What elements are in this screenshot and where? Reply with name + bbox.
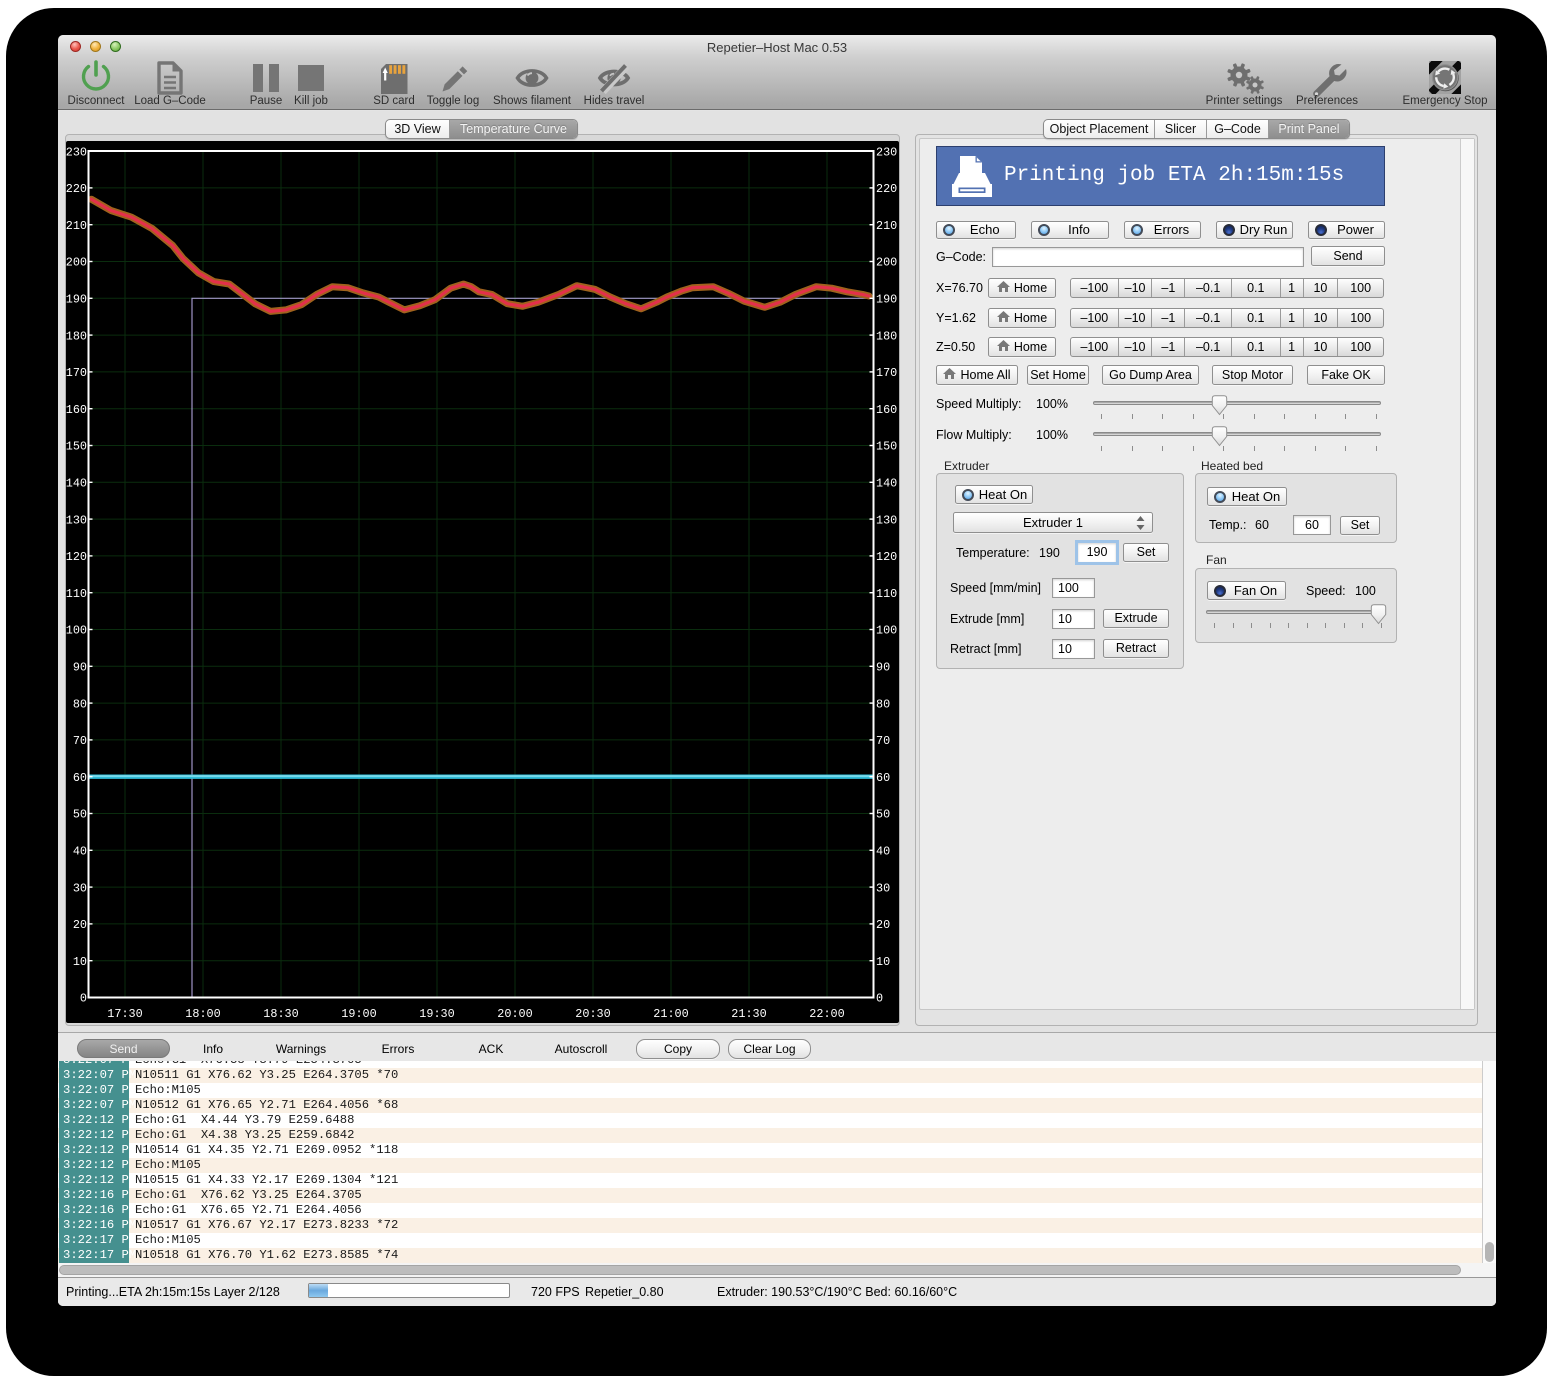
svg-text:230: 230 — [66, 145, 87, 159]
svg-text:130: 130 — [876, 513, 897, 527]
svg-text:20:30: 20:30 — [575, 1007, 610, 1021]
svg-text:110: 110 — [876, 587, 897, 601]
svg-text:160: 160 — [876, 403, 897, 417]
svg-text:140: 140 — [66, 477, 87, 491]
svg-text:30: 30 — [73, 881, 87, 895]
svg-text:0: 0 — [876, 992, 883, 1006]
svg-text:40: 40 — [876, 845, 890, 859]
svg-text:200: 200 — [66, 256, 87, 270]
svg-text:19:00: 19:00 — [341, 1007, 376, 1021]
svg-text:22:00: 22:00 — [809, 1007, 844, 1021]
svg-text:60: 60 — [876, 771, 890, 785]
svg-text:20:00: 20:00 — [497, 1007, 532, 1021]
svg-text:90: 90 — [73, 661, 87, 675]
svg-text:110: 110 — [66, 587, 87, 601]
svg-text:160: 160 — [66, 403, 87, 417]
svg-text:170: 170 — [66, 366, 87, 380]
svg-text:20: 20 — [876, 918, 890, 932]
svg-text:150: 150 — [876, 440, 897, 454]
svg-text:18:30: 18:30 — [263, 1007, 298, 1021]
svg-text:80: 80 — [876, 697, 890, 711]
svg-text:130: 130 — [66, 513, 87, 527]
svg-text:180: 180 — [66, 329, 87, 343]
svg-text:190: 190 — [66, 293, 87, 307]
svg-text:40: 40 — [73, 845, 87, 859]
svg-text:50: 50 — [73, 808, 87, 822]
svg-text:30: 30 — [876, 881, 890, 895]
svg-text:220: 220 — [66, 182, 87, 196]
svg-text:0: 0 — [80, 992, 87, 1006]
svg-text:19:30: 19:30 — [419, 1007, 454, 1021]
svg-text:18:00: 18:00 — [185, 1007, 220, 1021]
svg-text:70: 70 — [73, 734, 87, 748]
svg-text:120: 120 — [66, 550, 87, 564]
svg-text:120: 120 — [876, 550, 897, 564]
svg-text:21:30: 21:30 — [731, 1007, 766, 1021]
svg-text:100: 100 — [876, 624, 897, 638]
svg-text:90: 90 — [876, 661, 890, 675]
svg-text:150: 150 — [66, 440, 87, 454]
svg-text:210: 210 — [876, 219, 897, 233]
svg-text:190: 190 — [876, 293, 897, 307]
svg-text:170: 170 — [876, 366, 897, 380]
svg-text:50: 50 — [876, 808, 890, 822]
svg-text:220: 220 — [876, 182, 897, 196]
svg-text:180: 180 — [876, 329, 897, 343]
svg-text:70: 70 — [876, 734, 890, 748]
svg-text:140: 140 — [876, 477, 897, 491]
svg-text:10: 10 — [876, 955, 890, 969]
svg-text:17:30: 17:30 — [107, 1007, 142, 1021]
svg-text:200: 200 — [876, 256, 897, 270]
svg-text:80: 80 — [73, 697, 87, 711]
svg-text:10: 10 — [73, 955, 87, 969]
svg-text:21:00: 21:00 — [653, 1007, 688, 1021]
svg-text:210: 210 — [66, 219, 87, 233]
svg-text:100: 100 — [66, 624, 87, 638]
svg-text:20: 20 — [73, 918, 87, 932]
svg-text:230: 230 — [876, 145, 897, 159]
svg-text:60: 60 — [73, 771, 87, 785]
